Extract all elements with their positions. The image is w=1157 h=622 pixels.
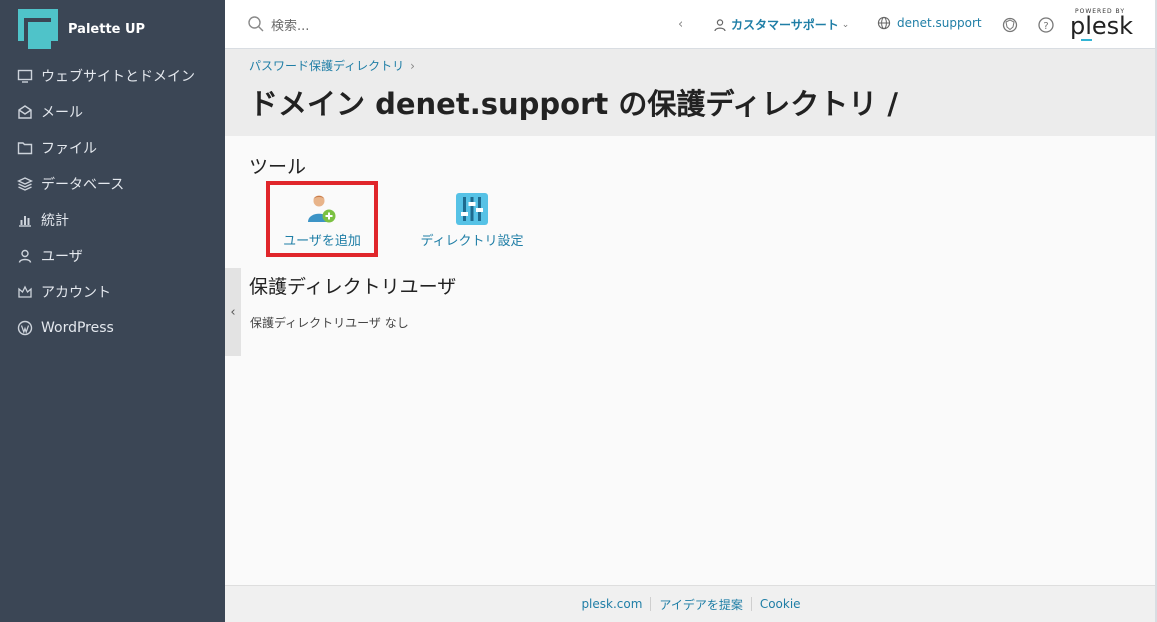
chevron-left-icon[interactable]: ‹ [678,17,683,32]
sidebar-item-mail[interactable]: メール [0,94,225,130]
directory-settings-label: ディレクトリ設定 [420,234,524,249]
sidebar-item-statistics[interactable]: 統計 [0,202,225,238]
domain-link[interactable]: denet.support [877,16,982,30]
sidebar-item-label: データベース [41,177,125,193]
sidebar-item-files[interactable]: ファイル [0,130,225,166]
search-input[interactable] [271,18,571,34]
sidebar-item-websites[interactable]: ウェブサイトとドメイン [0,58,225,94]
sidebar-item-label: ファイル [41,141,97,157]
footer-link-plesk[interactable]: plesk.com [573,597,650,611]
highlight-frame [266,181,378,257]
plesk-wordmark: plesk [1070,12,1134,40]
users-section-title: 保護ディレクトリユーザ [249,276,457,298]
top-bar: ‹ カスタマーサポート ⌄ denet.support ? POWERED BY… [225,0,1157,49]
chevron-right-icon: › [410,59,415,73]
sidebar-item-label: ユーザ [41,249,83,265]
sidebar-item-label: 統計 [41,213,69,229]
directory-settings-icon [456,193,488,225]
brand[interactable]: Palette UP [18,9,145,49]
tools-section-title: ツール [249,156,307,178]
user-menu-label: カスタマーサポート [731,18,839,32]
sidebar-nav: ウェブサイトとドメイン メール ファイル データベース 統計 ユーザ アカウント… [0,58,225,346]
chevron-down-icon: ⌄ [841,19,850,30]
mail-icon [17,104,33,120]
sidebar-item-label: アカウント [41,285,111,301]
breadcrumb: パスワード保護ディレクトリ › [249,57,415,74]
user-menu[interactable]: カスタマーサポート ⌄ [713,16,849,33]
brand-name: Palette UP [68,21,146,37]
bar-chart-icon [17,212,33,228]
domain-label: denet.support [897,16,982,30]
search-box [247,15,571,37]
directory-settings-button[interactable]: ディレクトリ設定 [412,192,532,249]
users-empty-message: 保護ディレクトリユーザ なし [250,316,409,330]
sidebar-item-label: WordPress [41,320,114,336]
page-title: ドメイン denet.support の保護ディレクトリ / [249,87,898,121]
globe-icon [877,16,891,30]
search-icon [247,15,265,37]
folder-icon [17,140,33,156]
plesk-logo: POWERED BY plesk [1070,8,1134,42]
chevron-left-icon: ‹ [230,304,236,320]
user-icon [714,18,726,31]
extensions-icon[interactable] [1001,16,1019,34]
crown-icon [17,284,33,300]
sidebar-collapse-handle[interactable]: ‹ [225,268,241,356]
sidebar-item-label: ウェブサイトとドメイン [41,69,195,85]
brand-logo-icon [18,9,58,49]
footer-link-cookie[interactable]: Cookie [752,597,809,611]
monitor-icon [17,68,33,84]
help-icon[interactable]: ? [1037,16,1055,34]
database-icon [17,176,33,192]
footer-link-ideas[interactable]: アイデアを提案 [651,596,750,613]
breadcrumb-link[interactable]: パスワード保護ディレクトリ [249,59,404,73]
sidebar-item-label: メール [41,105,83,121]
svg-text:?: ? [1043,21,1048,32]
sidebar-item-account[interactable]: アカウント [0,274,225,310]
page-header: パスワード保護ディレクトリ › ドメイン denet.support の保護ディレ… [225,49,1157,136]
user-icon [17,248,33,264]
sidebar-item-databases[interactable]: データベース [0,166,225,202]
sidebar-item-users[interactable]: ユーザ [0,238,225,274]
wordpress-icon [17,320,33,336]
sidebar: Palette UP ウェブサイトとドメイン メール ファイル データベース 統… [0,0,225,622]
footer: plesk.com アイデアを提案 Cookie [225,585,1157,622]
sidebar-item-wordpress[interactable]: WordPress [0,310,225,346]
